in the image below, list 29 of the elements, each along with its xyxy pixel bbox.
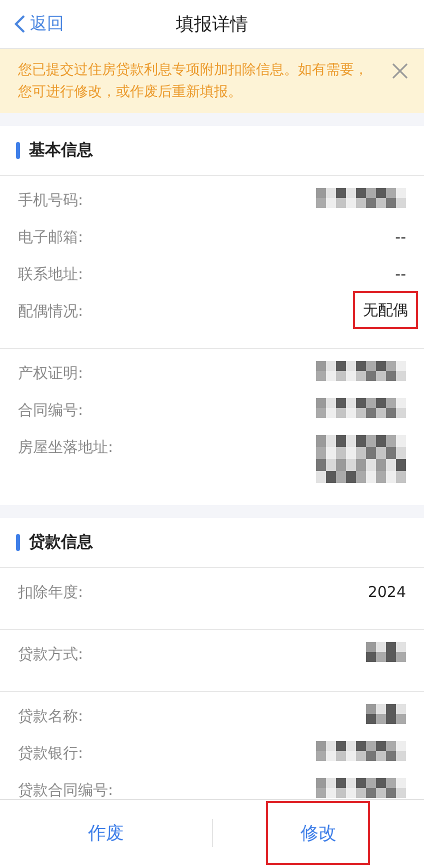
- field-label: 房屋坐落地址:: [18, 437, 114, 458]
- back-chevron-icon[interactable]: [14, 14, 26, 34]
- field-label: 贷款方式:: [18, 644, 84, 665]
- page-title: 填报详情: [176, 13, 248, 36]
- field-label: 电子邮箱:: [18, 227, 84, 248]
- action-button[interactable]: 修改: [266, 801, 370, 865]
- field-label: 产权证明:: [18, 363, 84, 384]
- back-button[interactable]: 返回: [14, 12, 64, 35]
- accent-bar: [16, 142, 20, 159]
- field-label: 合同编号:: [18, 400, 84, 421]
- pixelated-value: [366, 642, 406, 662]
- field-label: 贷款银行:: [18, 743, 84, 764]
- pixelated-value: [366, 704, 406, 724]
- notice-text: 您已提交过住房贷款利息专项附加扣除信息。如有需要，您可进行修改，或作废后重新填报。: [18, 61, 369, 102]
- accent-bar: [16, 534, 20, 551]
- action-button[interactable]: 作废: [56, 803, 156, 863]
- field-value: --: [395, 227, 406, 248]
- field-label: 贷款名称:: [18, 706, 84, 727]
- field-value: --: [395, 264, 406, 285]
- field-value: 无配偶: [353, 291, 418, 329]
- close-icon[interactable]: [392, 63, 408, 79]
- field-label: 扣除年度:: [18, 582, 84, 603]
- field-label: 手机号码:: [18, 190, 84, 211]
- section-title: 贷款信息: [29, 532, 93, 553]
- field-label: 联系地址:: [18, 264, 84, 285]
- field-label: 贷款合同编号:: [18, 780, 114, 800]
- field-value: 2024: [368, 582, 406, 603]
- section-title: 基本信息: [29, 140, 93, 161]
- field-label: 配偶情况:: [18, 301, 84, 322]
